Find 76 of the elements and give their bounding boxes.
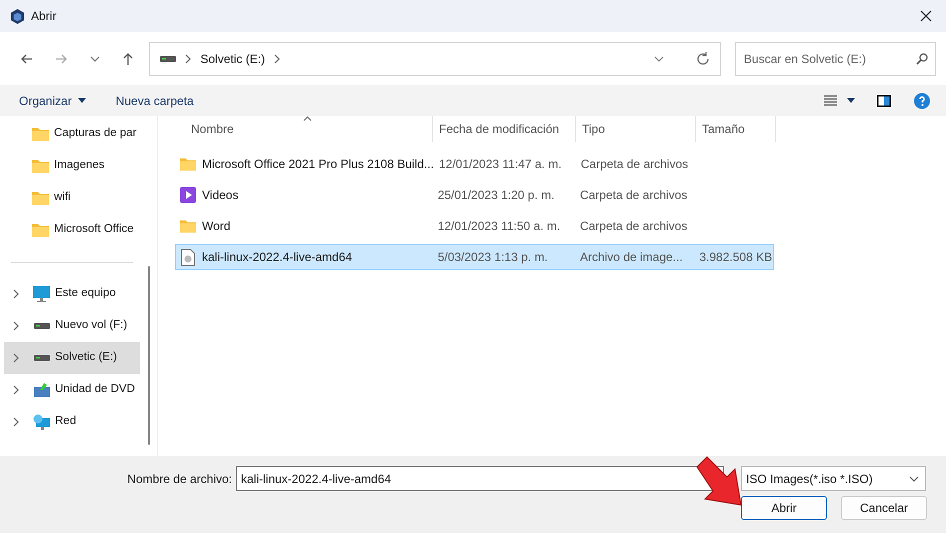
network-icon	[33, 414, 50, 430]
open-button[interactable]: Abrir	[741, 496, 827, 520]
chevron-right-icon[interactable]	[12, 289, 20, 299]
caret-icon	[78, 98, 86, 103]
folder-icon	[180, 157, 196, 171]
address-bar[interactable]: Solvetic (E:)	[149, 42, 721, 76]
organize-button[interactable]: Organizar	[19, 92, 86, 110]
caret-icon	[847, 98, 855, 103]
disc-image-file-icon	[180, 248, 196, 266]
column-header[interactable]: Fecha de modificación	[433, 116, 576, 142]
file-type: Carpeta de archivos	[580, 219, 688, 233]
chevron-right-icon[interactable]	[12, 353, 20, 363]
sidebar-item[interactable]: Nuevo vol (F:)	[4, 310, 140, 342]
chevron-right-icon[interactable]	[12, 321, 20, 331]
drive-icon	[33, 323, 50, 329]
chevron-down-icon	[909, 476, 919, 482]
app-icon	[10, 8, 25, 24]
video-folder-icon	[180, 187, 196, 203]
search-icon[interactable]	[916, 52, 928, 64]
file-row[interactable]: kali-linux-2022.4-live-amd64 5/03/2023 1:13 p. m. Archivo de image... 3.982.508 KB	[175, 244, 774, 270]
drive-icon	[33, 355, 50, 361]
modified-date: 12/01/2023 11:50 a. m.	[438, 219, 560, 233]
drive-icon	[160, 56, 176, 62]
file-name: kali-linux-2022.4-live-amd64	[202, 249, 352, 266]
chevron-right-icon	[273, 54, 282, 64]
file-type: Carpeta de archivos	[580, 157, 688, 171]
search-field[interactable]: Buscar en Solvetic (E:)	[734, 42, 936, 76]
sidebar-item[interactable]: Solvetic (E:)	[4, 342, 140, 374]
file-size: 3.982.508 KB	[699, 250, 772, 264]
help-icon[interactable]	[914, 92, 930, 108]
sidebar-item[interactable]: Capturas de par	[4, 118, 140, 150]
modified-date: 12/01/2023 11:47 a. m.	[439, 157, 562, 171]
breadcrumb[interactable]: Solvetic (E:)	[200, 50, 266, 68]
file-row[interactable]: Videos 25/01/2023 1:20 p. m. Carpeta de archivos	[175, 182, 774, 208]
dvd-drive-icon	[33, 382, 50, 398]
sidebar-item[interactable]: Unidad de DVD	[4, 374, 140, 406]
file-type: Carpeta de archivos	[580, 188, 688, 202]
file-type: Archivo de image...	[580, 250, 683, 264]
chevron-right-icon	[184, 54, 192, 64]
file-name: Videos	[202, 187, 238, 204]
new-folder-button[interactable]: Nueva carpeta	[116, 92, 194, 110]
scrollbar-thumb[interactable]	[148, 266, 150, 445]
chevron-right-icon[interactable]	[12, 385, 20, 395]
file-name: Word	[202, 218, 230, 235]
modified-date: 5/03/2023 1:13 p. m.	[438, 250, 548, 264]
file-name: Microsoft Office 2021 Pro Plus 2108 Build...	[202, 156, 434, 173]
view-options-button[interactable]	[824, 95, 855, 106]
file-row[interactable]: Microsoft Office 2021 Pro Plus 2108 Build... 12/01/2023 11:47 a. m. Carpeta de archivos	[175, 151, 774, 177]
filename-field[interactable]: kali-linux-2022.4-live-amd64	[236, 466, 724, 491]
chevron-right-icon[interactable]	[12, 417, 20, 427]
close-icon	[920, 10, 932, 22]
folder-icon	[32, 191, 49, 205]
sidebar-item[interactable]: wifi	[4, 182, 140, 214]
list-view-icon	[824, 95, 837, 106]
window-title: Abrir	[31, 8, 56, 25]
chevron-down-icon[interactable]	[654, 56, 664, 62]
preview-pane-icon[interactable]	[877, 94, 891, 106]
folder-icon	[180, 219, 196, 233]
refresh-icon[interactable]	[696, 52, 710, 66]
column-header[interactable]: Nombre	[175, 116, 433, 142]
sidebar-item[interactable]: Este equipo	[4, 278, 140, 310]
monitor-icon	[33, 286, 50, 302]
folder-icon	[32, 127, 49, 141]
filename-label: Nombre de archivo:	[126, 470, 233, 488]
file-type-dropdown[interactable]: ISO Images(*.iso *.ISO)	[741, 466, 926, 491]
column-header[interactable]: Tamaño	[696, 116, 776, 142]
modified-date: 25/01/2023 1:20 p. m.	[438, 188, 554, 202]
sort-up-icon	[303, 116, 312, 121]
cancel-button[interactable]: Cancelar	[841, 496, 927, 520]
file-row[interactable]: Word 12/01/2023 11:50 a. m. Carpeta de archivos	[175, 213, 774, 239]
sidebar-item[interactable]: Microsoft Office	[4, 214, 140, 246]
folder-icon	[32, 223, 49, 237]
sidebar-item[interactable]: Red	[4, 406, 140, 438]
column-header[interactable]: Tipo	[576, 116, 696, 142]
folder-icon	[32, 159, 49, 173]
sidebar-item[interactable]: Imagenes	[4, 150, 140, 182]
